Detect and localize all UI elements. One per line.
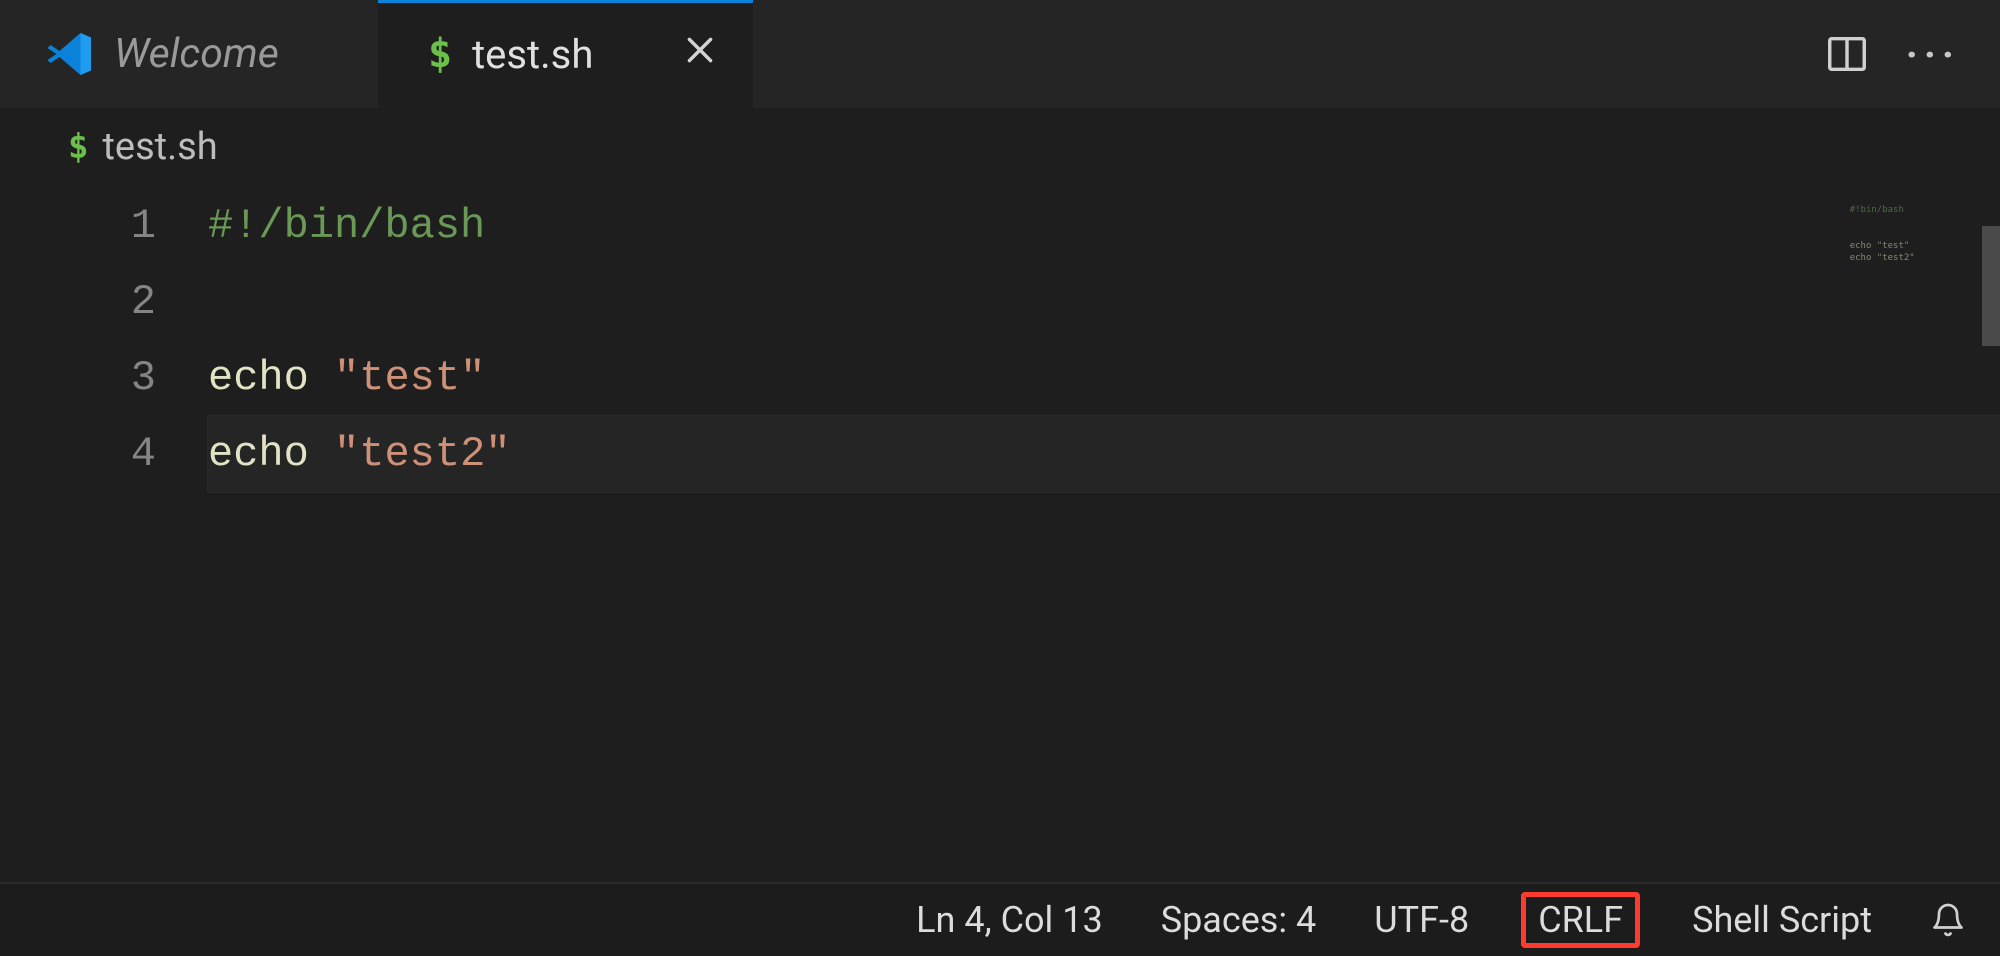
bell-icon[interactable]: [1924, 898, 1972, 942]
editor[interactable]: 1 2 3 4 #!/bin/bash echo "test" echo "te…: [0, 186, 2000, 882]
tab-test-sh-label: test.sh: [472, 31, 593, 78]
line-number-gutter: 1 2 3 4: [0, 186, 208, 882]
status-language-mode[interactable]: Shell Script: [1686, 895, 1878, 945]
line-number: 1: [0, 188, 208, 264]
status-indentation[interactable]: Spaces: 4: [1155, 895, 1323, 945]
line-number: 2: [0, 264, 208, 340]
tab-test-sh[interactable]: $ test.sh: [378, 0, 753, 108]
code-line: [208, 264, 2000, 340]
shell-file-icon: $: [428, 31, 452, 77]
code-area[interactable]: #!/bin/bash echo "test" echo "test2": [208, 186, 2000, 882]
code-line: echo "test2": [208, 416, 2000, 492]
overview-ruler-viewport[interactable]: [1982, 226, 2000, 346]
tab-welcome[interactable]: Welcome: [0, 0, 378, 108]
status-encoding[interactable]: UTF-8: [1368, 895, 1475, 945]
shell-file-icon: $: [68, 127, 88, 167]
split-editor-icon[interactable]: [1824, 31, 1870, 77]
breadcrumb[interactable]: $ test.sh: [0, 108, 2000, 186]
tab-welcome-label: Welcome: [114, 30, 279, 78]
line-number: 4: [0, 416, 208, 492]
code-line: #!/bin/bash: [208, 188, 2000, 264]
status-eol[interactable]: CRLF: [1521, 892, 1640, 948]
tab-bar: Welcome $ test.sh ···: [0, 0, 2000, 108]
more-actions-icon[interactable]: ···: [1906, 31, 1960, 78]
line-number: 3: [0, 340, 208, 416]
close-icon[interactable]: [683, 33, 717, 75]
overview-ruler[interactable]: [1982, 186, 2000, 882]
vscode-logo-icon: [46, 30, 94, 78]
status-bar: Ln 4, Col 13 Spaces: 4 UTF-8 CRLF Shell …: [0, 882, 2000, 956]
code-line: echo "test": [208, 340, 2000, 416]
tab-bar-spacer: [753, 0, 1824, 108]
tab-bar-actions: ···: [1824, 0, 2000, 108]
status-cursor-position[interactable]: Ln 4, Col 13: [910, 895, 1109, 945]
breadcrumb-file: test.sh: [102, 125, 217, 169]
